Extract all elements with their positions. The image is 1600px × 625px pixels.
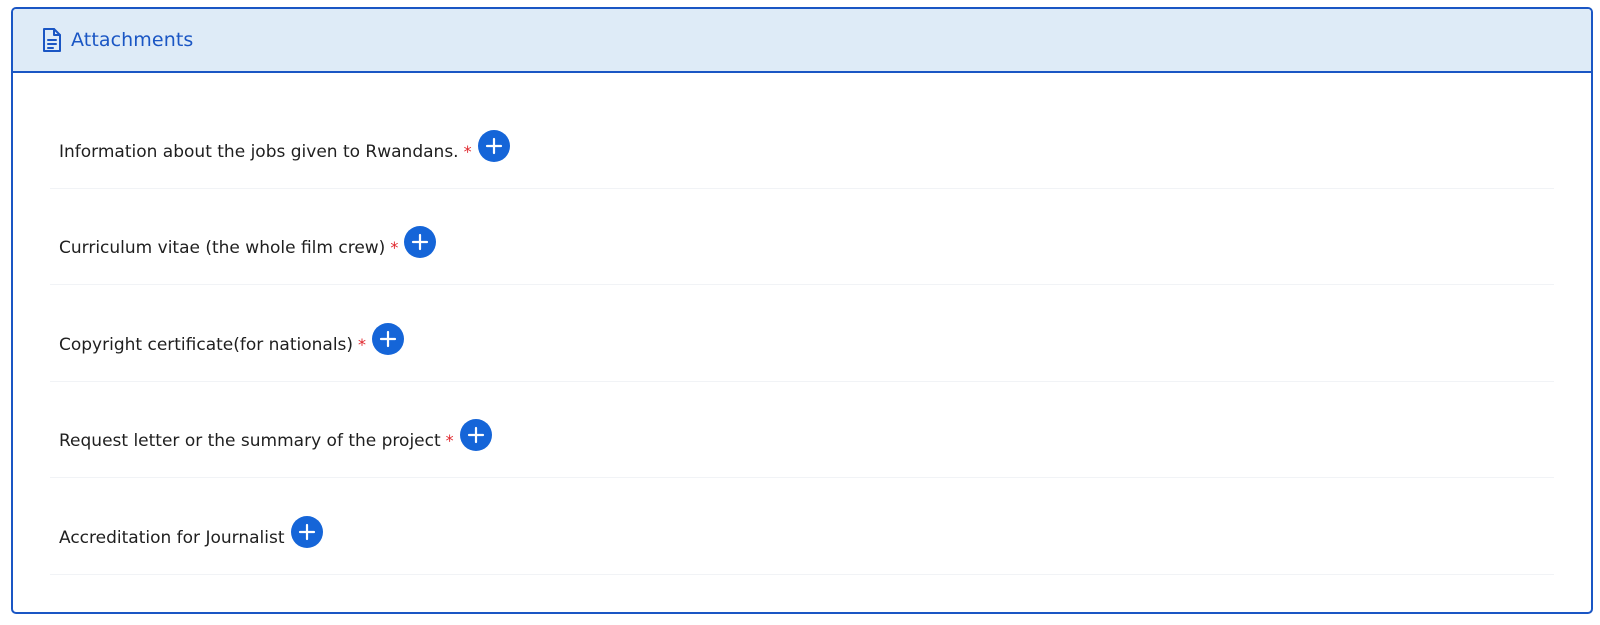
plus-icon [299, 523, 316, 540]
attachment-row-jobs-info: Information about the jobs given to Rwan… [50, 73, 1554, 189]
attachment-label: Accreditation for Journalist [59, 527, 285, 548]
attachment-label: Information about the jobs given to Rwan… [59, 142, 459, 162]
required-indicator: * [463, 142, 472, 161]
panel-header: Attachments [13, 9, 1591, 73]
add-attachment-button[interactable] [477, 130, 510, 162]
attachment-row-request-letter: Request letter or the summary of the pro… [50, 382, 1554, 479]
attachments-list: Information about the jobs given to Rwan… [13, 73, 1591, 575]
plus-icon [379, 330, 397, 347]
plus-icon [412, 234, 429, 251]
required-indicator: * [358, 334, 367, 354]
attachments-panel: Attachments Information about the jobs g… [11, 7, 1593, 614]
attachment-row-copyright-certificate: Copyright certificate(for nationals) * [50, 285, 1554, 382]
document-icon [41, 27, 63, 53]
add-attachment-button[interactable] [372, 322, 405, 355]
add-attachment-button[interactable] [404, 226, 437, 259]
attachment-label: Request letter or the summary of the pro… [59, 431, 441, 452]
attachment-row-journalist-accreditation: Accreditation for Journalist [50, 478, 1554, 575]
plus-icon [485, 137, 502, 155]
attachment-label: Curriculum vitae (the whole film crew) [59, 238, 386, 259]
required-indicator: * [445, 431, 454, 451]
attachment-label: Copyright certificate(for nationals) [59, 334, 354, 355]
add-attachment-button[interactable] [459, 419, 492, 452]
required-indicator: * [390, 238, 399, 258]
add-attachment-button[interactable] [291, 515, 324, 548]
plus-icon [467, 427, 484, 444]
panel-title: Attachments [71, 29, 194, 51]
attachment-row-curriculum-vitae: Curriculum vitae (the whole film crew) * [50, 189, 1554, 286]
